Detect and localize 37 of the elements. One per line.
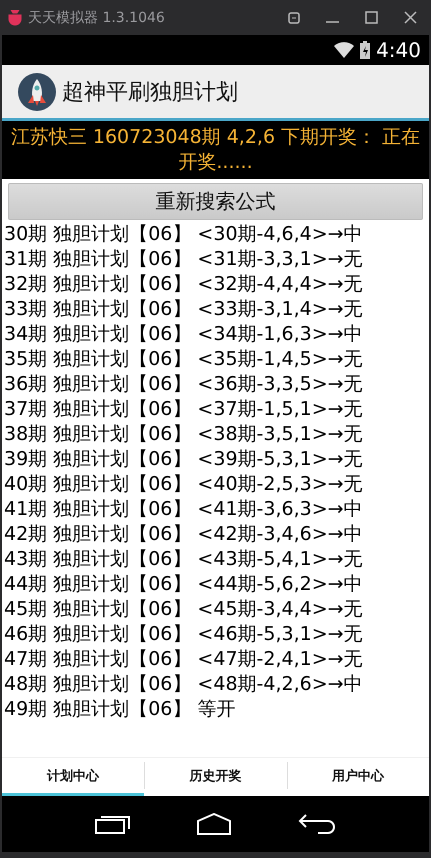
plan-row-text: 42期 独胆计划【06】 <42期-3,4,6>→中 [4, 522, 364, 547]
plan-row-text: 32期 独胆计划【06】 <32期-4,4,4>→无 [4, 272, 364, 297]
plan-row-text: 38期 独胆计划【06】 <38期-3,5,1>→无 [4, 422, 364, 447]
plan-row-text: 36期 独胆计划【06】 <36期-3,3,5>→无 [4, 372, 364, 397]
window-title: 天天模拟器 1.3.1046 [28, 8, 166, 26]
plan-row-text: 33期 独胆计划【06】 <33期-3,1,4>→无 [4, 297, 364, 322]
plan-row-text: 34期 独胆计划【06】 <34期-1,6,3>→中 [4, 322, 364, 347]
clock: 4:40 [376, 38, 421, 62]
plan-row-text: 48期 独胆计划【06】 <48期-4,2,6>→中 [4, 672, 364, 697]
maximize-icon[interactable] [365, 11, 378, 24]
battery-icon [360, 41, 370, 59]
plan-row-text: 37期 独胆计划【06】 <37期-1,5,1>→无 [4, 397, 364, 422]
tab[interactable]: 用户中心 [286, 758, 429, 796]
plan-row-text: 46期 独胆计划【06】 <46期-5,3,1>→无 [4, 622, 364, 647]
search-formula-button[interactable]: 重新搜索公式 [8, 183, 423, 220]
plan-row-text: 40期 独胆计划【06】 <40期-2,5,3>→无 [4, 472, 364, 497]
recent-apps-icon[interactable] [95, 814, 132, 834]
wifi-icon [334, 42, 354, 58]
tab[interactable]: 历史开奖 [144, 758, 287, 796]
plan-row-text: 35期 独胆计划【06】 <35期-1,4,5>→无 [4, 347, 364, 372]
back-icon[interactable] [298, 813, 336, 835]
plan-row-text: 49期 独胆计划【06】 等开 [4, 697, 236, 722]
plan-row-text: 44期 独胆计划【06】 <44期-5,6,2>→中 [4, 572, 364, 597]
plan-row-text: 31期 独胆计划【06】 <31期-3,3,1>→无 [4, 247, 364, 272]
plan-row-text: 47期 独胆计划【06】 <47期-2,4,1>→无 [4, 647, 364, 672]
plan-row-text: 30期 独胆计划【06】 <30期-4,6,4>→中 [4, 222, 364, 247]
plan-row-text: 43期 独胆计划【06】 <43期-5,4,1>→无 [4, 547, 364, 572]
settings-icon[interactable] [288, 12, 300, 24]
app-title: 超神平刷独胆计划 [62, 78, 238, 106]
home-icon[interactable] [197, 813, 232, 835]
close-icon[interactable] [404, 11, 417, 24]
draw-status-text: 江苏快三 160723048期 4,2,6 下期开奖： 正在开奖...... [10, 125, 422, 175]
rocket-logo-icon [18, 72, 56, 110]
plan-row-text: 45期 独胆计划【06】 <45期-3,4,4>→无 [4, 597, 364, 622]
plan-row-text: 41期 独胆计划【06】 <41期-3,6,3>→中 [4, 497, 364, 522]
plan-row-text: 39期 独胆计划【06】 <39期-5,3,1>→无 [4, 447, 364, 472]
bug-logo-icon [8, 10, 22, 26]
